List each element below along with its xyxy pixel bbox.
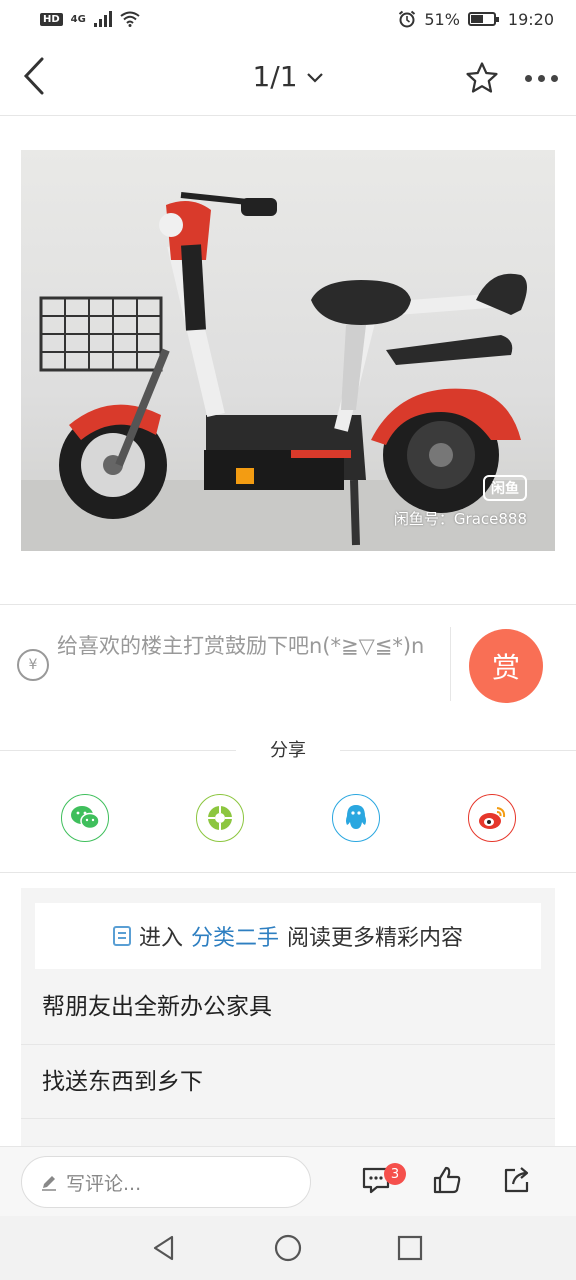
share-wechat-button[interactable] <box>61 794 109 842</box>
page-indicator: 1/1 <box>252 60 298 93</box>
top-nav-bar: 1/1 <box>0 38 576 116</box>
divider <box>0 872 576 873</box>
system-navigation-bar <box>0 1216 576 1280</box>
system-home-button[interactable] <box>272 1232 304 1264</box>
battery-icon <box>467 12 499 26</box>
thumbs-up-icon <box>433 1166 461 1194</box>
circle-home-icon <box>274 1234 302 1262</box>
chevron-down-icon <box>306 73 323 83</box>
watermark-text: 闲鱼号：Grace888 <box>393 510 527 528</box>
category-banner[interactable]: 进入 分类二手 阅读更多精彩内容 <box>35 903 541 969</box>
alarm-icon <box>399 10 416 28</box>
category-link[interactable]: 分类二手 <box>191 920 279 952</box>
like-button[interactable] <box>429 1162 465 1198</box>
weibo-icon <box>479 807 506 829</box>
star-icon <box>466 62 498 93</box>
share-label: 分享 <box>270 740 306 761</box>
comment-input[interactable]: 写评论... <box>21 1156 311 1208</box>
more-options-button[interactable] <box>516 58 566 98</box>
triangle-back-icon <box>153 1235 174 1261</box>
scooter-illustration <box>21 192 555 551</box>
document-icon <box>112 926 131 946</box>
more-dot-icon <box>537 74 545 82</box>
banner-prefix: 进入 <box>138 926 183 951</box>
favorite-button[interactable] <box>462 58 502 98</box>
battery-percent: 51% <box>424 9 460 29</box>
reward-divider <box>450 627 451 701</box>
reward-prompt: 给喜欢的楼主打赏鼓励下吧n(*≧▽≦*)n <box>57 634 425 658</box>
share-icon <box>504 1167 529 1193</box>
share-weibo-button[interactable] <box>468 794 516 842</box>
qq-icon <box>346 805 366 829</box>
wifi-icon <box>120 11 140 27</box>
related-post-item[interactable]: 找送东西到乡下 <box>21 1044 555 1118</box>
more-dot-icon <box>524 74 532 82</box>
related-post-item[interactable]: 帮朋友出全新办公家具 <box>21 970 555 1044</box>
comment-placeholder: 写评论... <box>66 1172 142 1195</box>
pencil-icon <box>42 1176 56 1191</box>
share-moments-button[interactable] <box>196 794 244 842</box>
divider <box>340 750 576 751</box>
status-right: 51% 19:20 <box>398 10 554 29</box>
comment-count-badge: 3 <box>384 1163 406 1185</box>
yen-icon: ¥ <box>17 649 49 681</box>
system-recents-button[interactable] <box>394 1232 426 1264</box>
share-qq-button[interactable] <box>332 794 380 842</box>
post-image[interactable]: 闲鱼 闲鱼号：Grace888 <box>21 150 555 551</box>
reward-section: ¥ 给喜欢的楼主打赏鼓励下吧n(*≧▽≦*)n 赏 <box>0 605 576 723</box>
status-left: HD 4G <box>40 11 140 27</box>
hd-badge: HD <box>40 12 63 26</box>
yen-symbol: ¥ <box>28 657 38 673</box>
related-posts-section: 进入 分类二手 阅读更多精彩内容 帮朋友出全新办公家具 找送东西到乡下 <box>21 888 555 1150</box>
status-bar: HD 4G 51% 19:20 <box>0 0 576 38</box>
system-back-button[interactable] <box>148 1232 180 1264</box>
share-button[interactable] <box>499 1162 535 1198</box>
signal-icon <box>93 11 112 27</box>
comment-bar: 写评论... 3 <box>0 1146 576 1216</box>
more-dot-icon <box>550 74 558 82</box>
share-icons-row <box>0 794 576 844</box>
clock: 19:20 <box>507 9 554 29</box>
moments-icon <box>208 806 232 830</box>
network-label: 4G <box>70 13 86 25</box>
square-recents-icon <box>397 1235 423 1261</box>
watermark-logo: 闲鱼 <box>483 475 527 501</box>
wechat-icon <box>71 806 100 830</box>
reward-button[interactable]: 赏 <box>469 629 543 703</box>
share-heading: 分享 <box>0 736 576 762</box>
banner-suffix: 阅读更多精彩内容 <box>287 926 464 951</box>
